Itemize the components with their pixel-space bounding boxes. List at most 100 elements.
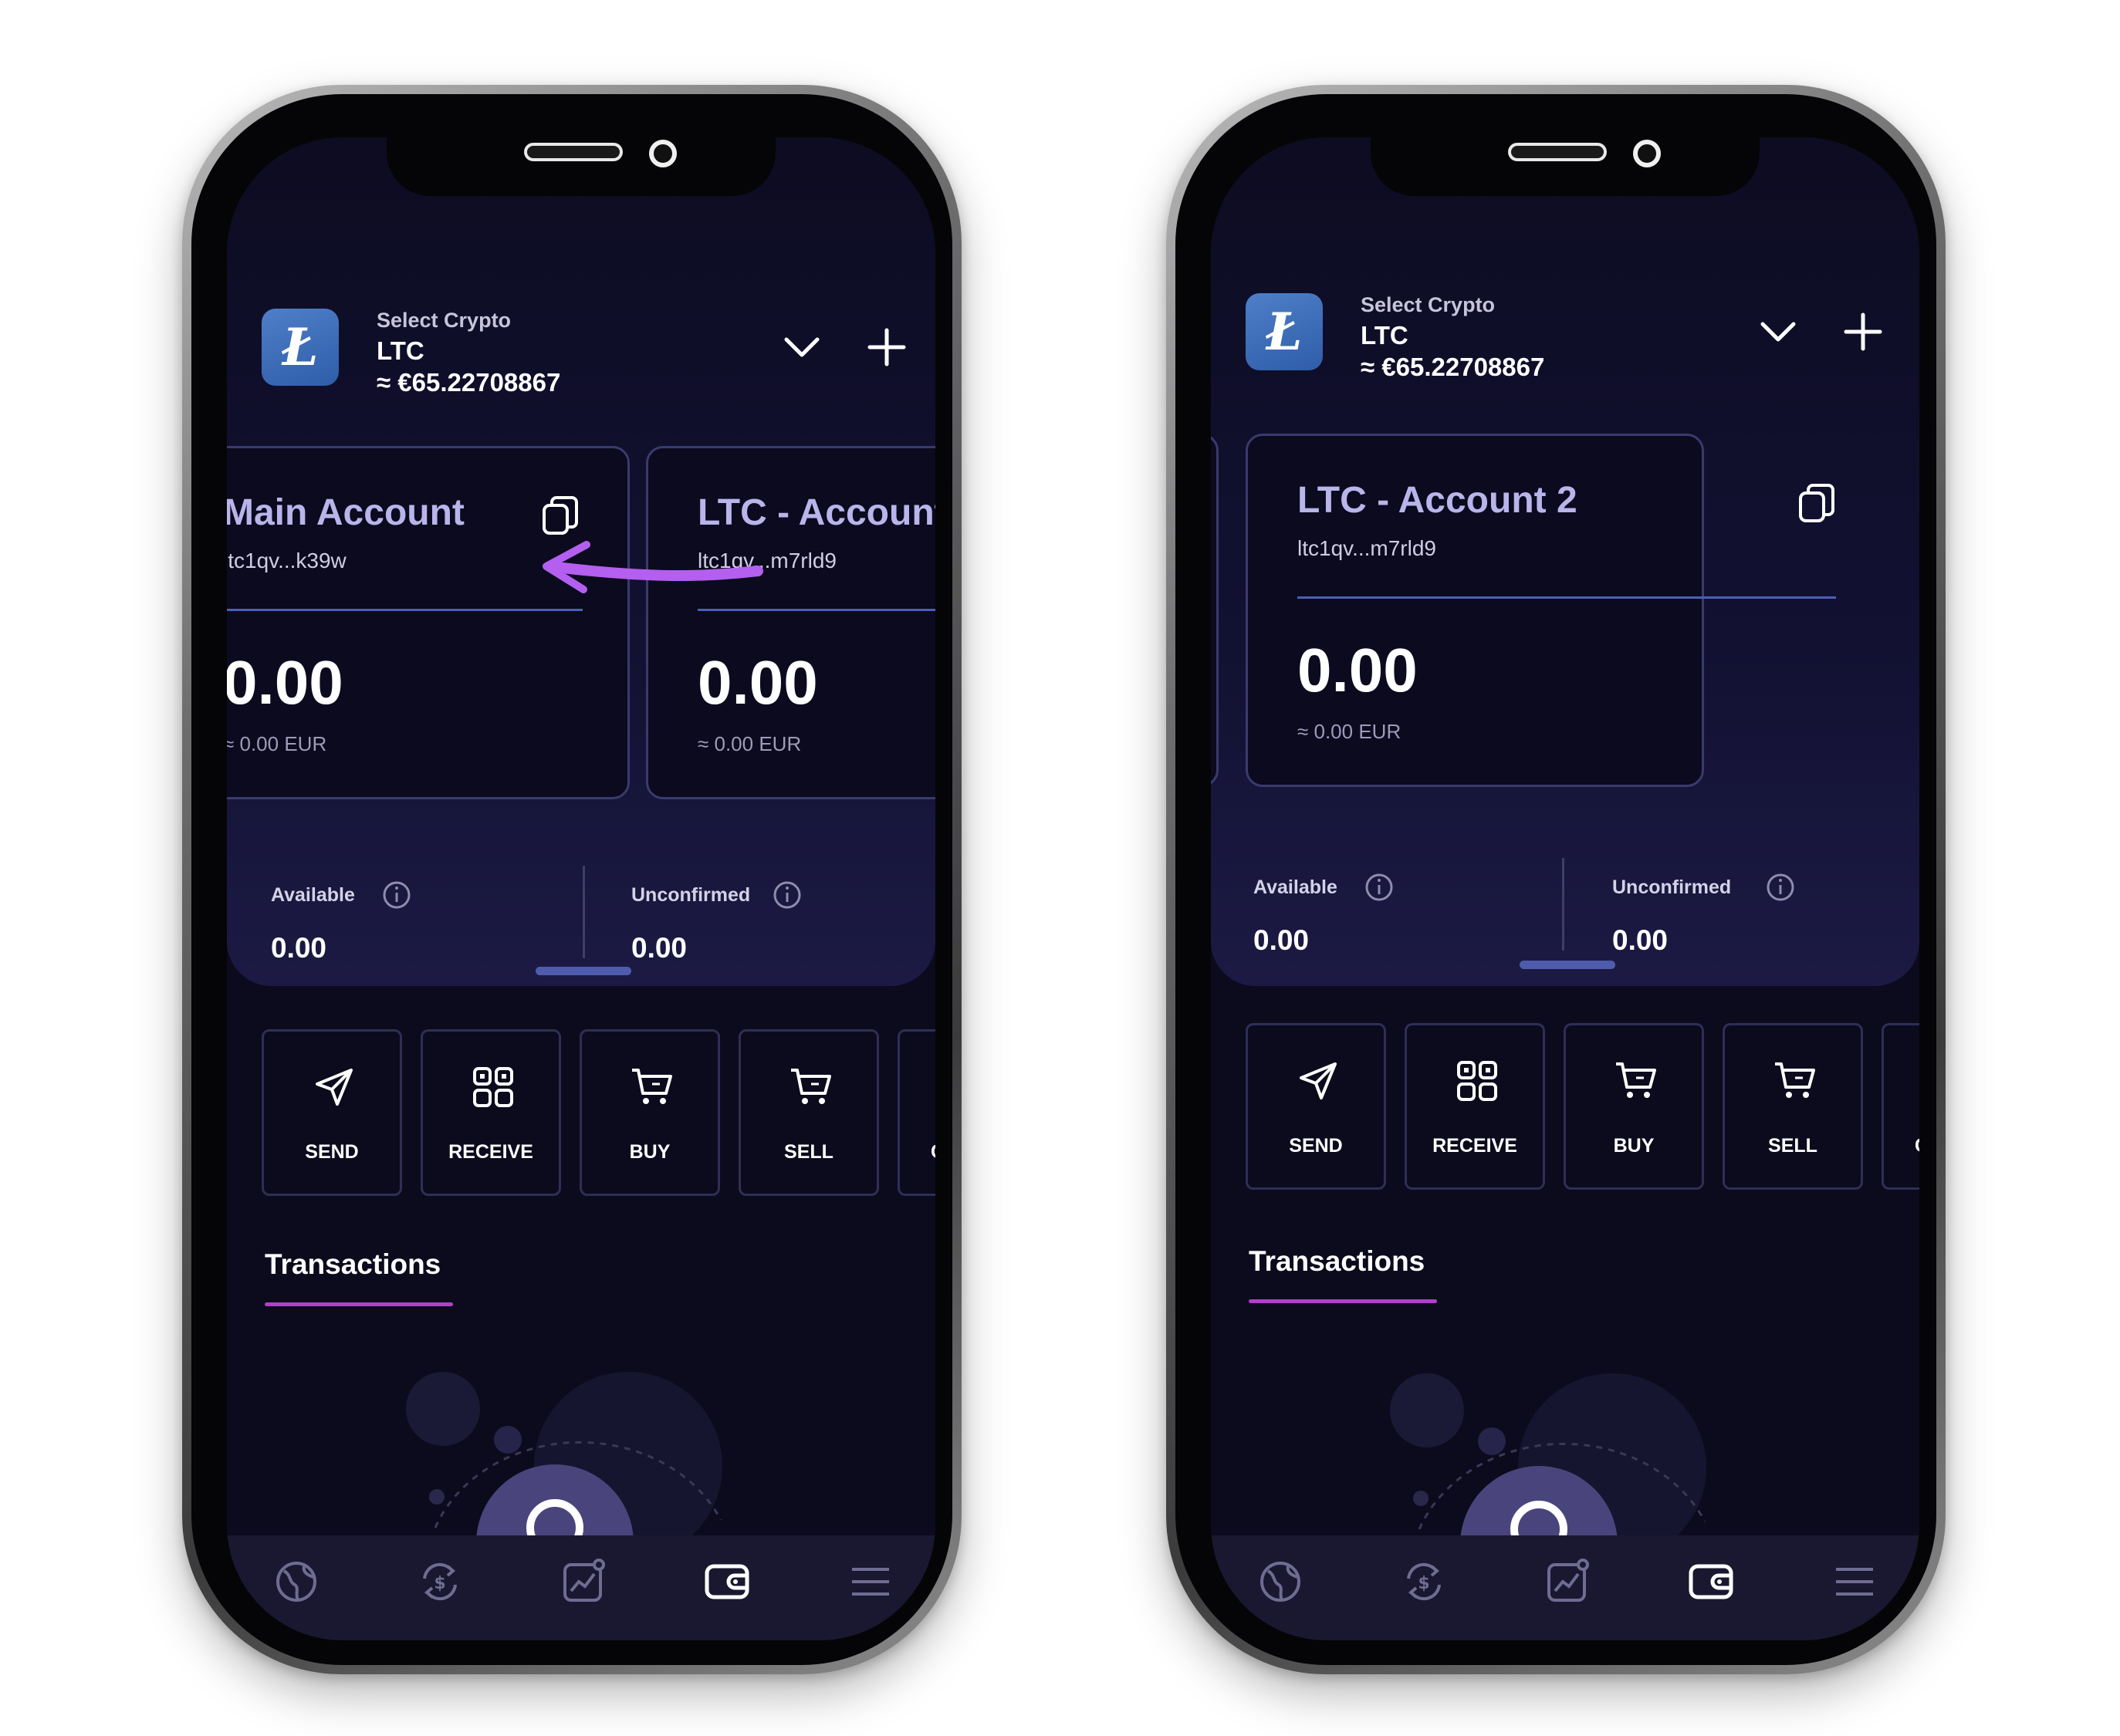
copy-icon[interactable] <box>1797 482 1836 524</box>
wallet-icon[interactable] <box>1686 1557 1736 1606</box>
litecoin-logo-icon: Ł <box>262 309 339 386</box>
buy-label: BUY <box>629 1141 671 1163</box>
qr-icon <box>470 1064 516 1110</box>
exchange-icon[interactable]: $ <box>1399 1557 1449 1606</box>
bottom-navigation: $ <box>227 1535 935 1640</box>
account-card-carousel[interactable]: Main Account ltc1qv...k39w 0.00 ≈ 0.00 E… <box>227 446 935 809</box>
account-balance: 0.00 <box>1297 636 1418 704</box>
more-action-label: C <box>1915 1135 1919 1157</box>
receive-button[interactable]: RECEIVE <box>421 1029 561 1196</box>
account-balance: 0.00 <box>698 648 818 717</box>
card-divider <box>698 609 935 611</box>
phone-screen-left: Ł Select Crypto LTC ≈ €65.22708867 Main … <box>227 137 935 1640</box>
send-button[interactable]: SEND <box>262 1029 402 1196</box>
speaker-grille <box>524 143 623 161</box>
send-icon <box>311 1064 357 1110</box>
sell-button[interactable]: SELL <box>1723 1023 1863 1190</box>
account-card[interactable]: LTC - Account 2 ltc1qv...m7rld9 0.00 ≈ 0… <box>646 446 935 799</box>
account-card[interactable]: LTC - Account 2 ltc1qv...m7rld9 0.00 ≈ 0… <box>1246 434 1836 787</box>
exchange-icon[interactable]: $ <box>415 1557 465 1606</box>
add-icon[interactable] <box>1840 309 1886 355</box>
globe-icon[interactable] <box>272 1557 321 1606</box>
info-icon[interactable] <box>1765 872 1796 903</box>
litecoin-logo-icon: Ł <box>1246 293 1323 370</box>
receive-label: RECEIVE <box>448 1141 533 1163</box>
account-card[interactable] <box>1211 434 1219 787</box>
cart-icon <box>788 1064 834 1110</box>
phone-screen-right: Ł Select Crypto LTC ≈ €65.22708867 LTC -… <box>1211 137 1919 1640</box>
empty-state-illustration <box>1381 1367 1751 1537</box>
account-balance: 0.00 <box>227 648 343 717</box>
unconfirmed-value: 0.00 <box>1612 924 1669 956</box>
card-divider <box>227 609 583 611</box>
chart-icon[interactable] <box>1543 1557 1592 1606</box>
chart-icon[interactable] <box>559 1557 608 1606</box>
action-buttons: SEND RECEIVE BUY SELL <box>227 1029 935 1199</box>
sell-button[interactable]: SELL <box>739 1029 879 1196</box>
notch <box>1371 137 1760 196</box>
available-label: Available <box>271 884 355 906</box>
phone-bezel: Ł Select Crypto LTC ≈ €65.22708867 LTC -… <box>1175 94 1936 1665</box>
send-label: SEND <box>305 1141 359 1163</box>
sell-label: SELL <box>784 1141 833 1163</box>
copy-icon[interactable] <box>541 495 580 536</box>
selected-coin[interactable]: LTC <box>1361 321 1408 350</box>
balance-stats: Available 0.00 Unconfirmed 0.00 <box>227 866 935 1008</box>
front-camera <box>649 140 677 167</box>
bottom-navigation: $ <box>1211 1535 1919 1640</box>
transactions-title[interactable]: Transactions <box>1249 1245 1425 1278</box>
chevron-down-icon[interactable] <box>1755 309 1801 355</box>
buy-button[interactable]: BUY <box>580 1029 720 1196</box>
globe-icon[interactable] <box>1256 1557 1305 1606</box>
notch <box>387 137 776 196</box>
svg-text:$: $ <box>1418 1574 1429 1593</box>
unconfirmed-label: Unconfirmed <box>631 884 751 906</box>
transactions-title[interactable]: Transactions <box>265 1248 441 1281</box>
account-card[interactable]: Main Account ltc1qv...k39w 0.00 ≈ 0.00 E… <box>227 446 630 799</box>
sell-label: SELL <box>1768 1135 1817 1157</box>
info-icon[interactable] <box>772 880 803 910</box>
receive-button[interactable]: RECEIVE <box>1405 1023 1545 1190</box>
wallet-top-area: Ł Select Crypto LTC ≈ €65.22708867 Main … <box>227 137 935 986</box>
available-label: Available <box>1253 876 1337 898</box>
info-icon[interactable] <box>381 880 412 910</box>
send-label: SEND <box>1289 1135 1343 1157</box>
more-action-button[interactable]: C <box>1882 1023 1919 1190</box>
chevron-down-icon[interactable] <box>779 324 825 370</box>
transactions-tab-underline <box>1249 1299 1437 1303</box>
add-icon[interactable] <box>864 324 910 370</box>
phone-frame-right: Ł Select Crypto LTC ≈ €65.22708867 LTC -… <box>1166 85 1946 1674</box>
card-divider <box>1297 596 1836 599</box>
coin-price: ≈ €65.22708867 <box>1361 353 1545 381</box>
action-buttons: SEND RECEIVE BUY SELL <box>1211 1023 1919 1193</box>
account-address: ltc1qv...m7rld9 <box>1297 536 1436 560</box>
wallet-top-area: Ł Select Crypto LTC ≈ €65.22708867 LTC -… <box>1211 137 1919 986</box>
info-icon[interactable] <box>1364 872 1395 903</box>
unconfirmed-value: 0.00 <box>631 932 688 964</box>
more-action-label: C <box>931 1141 935 1164</box>
phone-frame-left: Ł Select Crypto LTC ≈ €65.22708867 Main … <box>182 85 962 1674</box>
cart-icon <box>629 1064 675 1110</box>
menu-icon[interactable] <box>846 1557 895 1606</box>
selected-coin[interactable]: LTC <box>377 336 424 366</box>
account-balance-eur: ≈ 0.00 EUR <box>698 732 802 755</box>
balance-stats: Available 0.00 Unconfirmed 0.00 <box>1211 858 1919 1000</box>
account-balance-eur: ≈ 0.00 EUR <box>1297 720 1401 743</box>
menu-icon[interactable] <box>1830 1557 1879 1606</box>
buy-button[interactable]: BUY <box>1564 1023 1704 1190</box>
send-icon <box>1295 1058 1341 1104</box>
account-name: LTC - Account 2 <box>698 492 935 533</box>
account-name: LTC - Account 2 <box>1297 480 1577 521</box>
account-balance-eur: ≈ 0.00 EUR <box>227 732 327 755</box>
more-action-button[interactable]: C <box>898 1029 935 1196</box>
cart-icon <box>1772 1058 1818 1104</box>
buy-label: BUY <box>1613 1135 1655 1157</box>
account-card-carousel[interactable]: LTC - Account 2 ltc1qv...m7rld9 0.00 ≈ 0… <box>1211 434 1919 796</box>
speaker-grille <box>1508 143 1607 161</box>
unconfirmed-label: Unconfirmed <box>1612 876 1732 898</box>
send-button[interactable]: SEND <box>1246 1023 1386 1190</box>
receive-label: RECEIVE <box>1432 1135 1517 1157</box>
phone-bezel: Ł Select Crypto LTC ≈ €65.22708867 Main … <box>191 94 952 1665</box>
wallet-icon[interactable] <box>702 1557 752 1606</box>
available-value: 0.00 <box>271 932 327 964</box>
